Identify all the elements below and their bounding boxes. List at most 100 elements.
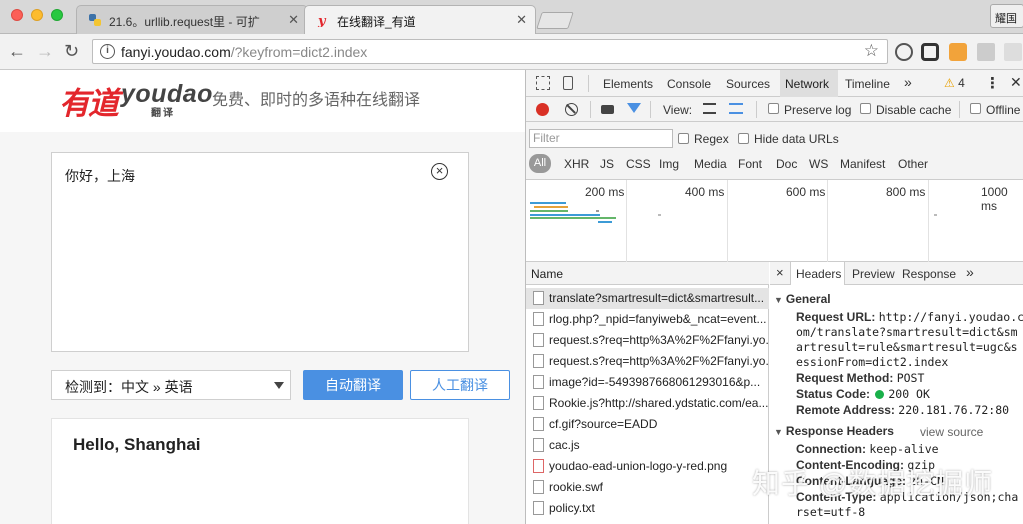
response-header-wrap: rset=utf-8 <box>796 505 866 519</box>
response-headers-section-title[interactable]: ▼ Response Headers <box>774 424 894 438</box>
request-name: cf.gif?source=EADD <box>549 417 658 431</box>
hide-data-urls-checkbox[interactable] <box>738 133 749 144</box>
timeline-bar <box>596 210 599 212</box>
inspect-element-icon[interactable] <box>536 76 550 90</box>
filter-type-manifest[interactable]: Manifest <box>840 157 885 171</box>
human-translate-button[interactable]: 人工翻译 <box>410 370 510 400</box>
document-icon <box>533 501 544 515</box>
request-row[interactable]: cf.gif?source=EADD <box>526 414 769 435</box>
offline-checkbox[interactable] <box>970 103 981 114</box>
filter-type-xhr[interactable]: XHR <box>564 157 589 171</box>
profile-button[interactable]: 耀国 <box>990 4 1023 28</box>
filter-input[interactable]: Filter <box>529 129 673 148</box>
close-tab-icon[interactable]: ✕ <box>516 12 527 28</box>
more-options-icon[interactable]: ⋮ <box>985 74 1000 92</box>
clear-icon[interactable] <box>565 103 578 116</box>
regex-checkbox[interactable] <box>678 133 689 144</box>
filter-type-all[interactable]: All <box>529 154 551 173</box>
tab-headers[interactable]: Headers <box>796 267 841 281</box>
close-window-button[interactable] <box>11 9 23 21</box>
device-mode-icon[interactable] <box>563 76 573 90</box>
minimize-window-button[interactable] <box>31 9 43 21</box>
clear-input-icon[interactable]: × <box>431 163 448 180</box>
request-row[interactable]: policy.txt <box>526 498 769 519</box>
response-header-row: Connection: keep-alive <box>796 442 939 456</box>
request-name: request.s?req=http%3A%2F%2Ffanyi.yo... <box>549 333 769 347</box>
browser-tab-python-docs[interactable]: 21.6。urllib.request里 - 可扩 ✕ <box>76 5 308 34</box>
extension-icon[interactable] <box>1004 43 1022 61</box>
zhihu-watermark: 知乎 @数据挖掘师 <box>752 468 994 499</box>
request-url-row: Request URL: http://fanyi.youdao.c <box>796 310 1023 324</box>
extension-icon[interactable] <box>895 43 913 61</box>
extension-icon[interactable] <box>949 43 967 61</box>
request-row[interactable]: cac.js <box>526 435 769 456</box>
auto-translate-button[interactable]: 自动翻译 <box>303 370 403 400</box>
close-devtools-icon[interactable]: ✕ <box>1010 74 1022 91</box>
timeline-gridline <box>727 180 728 262</box>
network-overview-timeline[interactable]: 200 ms 400 ms 600 ms 800 ms 1000 ms <box>526 180 1023 262</box>
general-section-title[interactable]: ▼ General <box>774 292 831 306</box>
request-row[interactable]: Rookie.js?http://shared.ydstatic.com/ea.… <box>526 393 769 414</box>
filter-type-css[interactable]: CSS <box>626 157 651 171</box>
timeline-bar <box>934 214 937 216</box>
filter-type-img[interactable]: Img <box>659 157 679 171</box>
request-row[interactable]: request.s?req=http%3A%2F%2Ffanyi.yo... <box>526 351 769 372</box>
reload-icon[interactable]: ↻ <box>64 40 79 62</box>
request-url-line: essionFrom=dict2.index <box>796 355 949 369</box>
result-text: Hello, Shanghai <box>73 435 201 454</box>
extension-icon[interactable] <box>921 43 939 61</box>
bookmark-star-icon[interactable]: ☆ <box>864 41 879 61</box>
preserve-log-label[interactable]: Preserve log <box>784 103 851 117</box>
filter-type-font[interactable]: Font <box>738 157 762 171</box>
filter-type-other[interactable]: Other <box>898 157 928 171</box>
offline-label[interactable]: Offline <box>986 103 1020 117</box>
more-detail-tabs-icon[interactable]: » <box>966 264 974 280</box>
source-text-input[interactable]: 你好，上海 × <box>51 152 469 352</box>
list-view-icon[interactable] <box>703 103 716 114</box>
filter-type-doc[interactable]: Doc <box>776 157 797 171</box>
filter-type-ws[interactable]: WS <box>809 157 828 171</box>
record-icon[interactable] <box>536 103 549 116</box>
tab-timeline[interactable]: Timeline <box>845 77 890 91</box>
address-bar[interactable]: i fanyi.youdao.com/?keyfrom=dict2.index … <box>92 39 888 64</box>
disable-cache-label[interactable]: Disable cache <box>876 103 951 117</box>
timeline-bar <box>530 202 566 204</box>
request-row[interactable]: translate?smartresult=dict&smartresult..… <box>526 288 769 309</box>
info-icon[interactable]: i <box>100 44 115 59</box>
request-row[interactable]: rookie.swf <box>526 477 769 498</box>
new-tab-button[interactable] <box>536 12 574 29</box>
language-select[interactable]: 检测到：中文 » 英语 <box>51 370 291 400</box>
forward-arrow-icon[interactable]: → <box>36 40 54 62</box>
request-row[interactable]: request.s?req=http%3A%2F%2Ffanyi.yo... <box>526 330 769 351</box>
waterfall-view-icon[interactable] <box>729 103 743 114</box>
close-detail-icon[interactable]: × <box>776 265 784 280</box>
tab-sources[interactable]: Sources <box>726 77 770 91</box>
maximize-window-button[interactable] <box>51 9 63 21</box>
disable-cache-checkbox[interactable] <box>860 103 871 114</box>
regex-label[interactable]: Regex <box>694 132 729 146</box>
filter-type-js[interactable]: JS <box>600 157 614 171</box>
extension-icon[interactable] <box>977 43 995 61</box>
warning-indicator[interactable]: ⚠ 4 <box>944 76 965 90</box>
back-arrow-icon[interactable]: ← <box>8 40 26 62</box>
tab-network[interactable]: Network <box>785 77 829 91</box>
hide-data-urls-label[interactable]: Hide data URLs <box>754 132 839 146</box>
tab-response[interactable]: Response <box>902 267 956 281</box>
filter-icon[interactable] <box>627 103 641 113</box>
youdao-logo-cn[interactable]: 有道 <box>59 78 119 123</box>
filter-type-media[interactable]: Media <box>694 157 727 171</box>
close-tab-icon[interactable]: ✕ <box>288 12 299 28</box>
browser-tab-youdao[interactable]: y 在线翻译_有道 ✕ <box>304 5 536 34</box>
request-row[interactable]: rlog.php?_npid=fanyiweb&_ncat=event... <box>526 309 769 330</box>
tab-console[interactable]: Console <box>667 77 711 91</box>
request-row[interactable]: youdao-ead-union-logo-y-red.png <box>526 456 769 477</box>
more-tabs-icon[interactable]: » <box>904 74 912 90</box>
preserve-log-checkbox[interactable] <box>768 103 779 114</box>
name-column-header[interactable]: Name <box>526 262 769 285</box>
view-source-link[interactable]: view source <box>920 425 983 439</box>
tab-preview[interactable]: Preview <box>852 267 895 281</box>
request-row[interactable]: image?id=-5493987668061293016&p... <box>526 372 769 393</box>
python-icon <box>89 14 101 26</box>
tab-elements[interactable]: Elements <box>603 77 653 91</box>
camera-icon[interactable] <box>601 105 614 114</box>
